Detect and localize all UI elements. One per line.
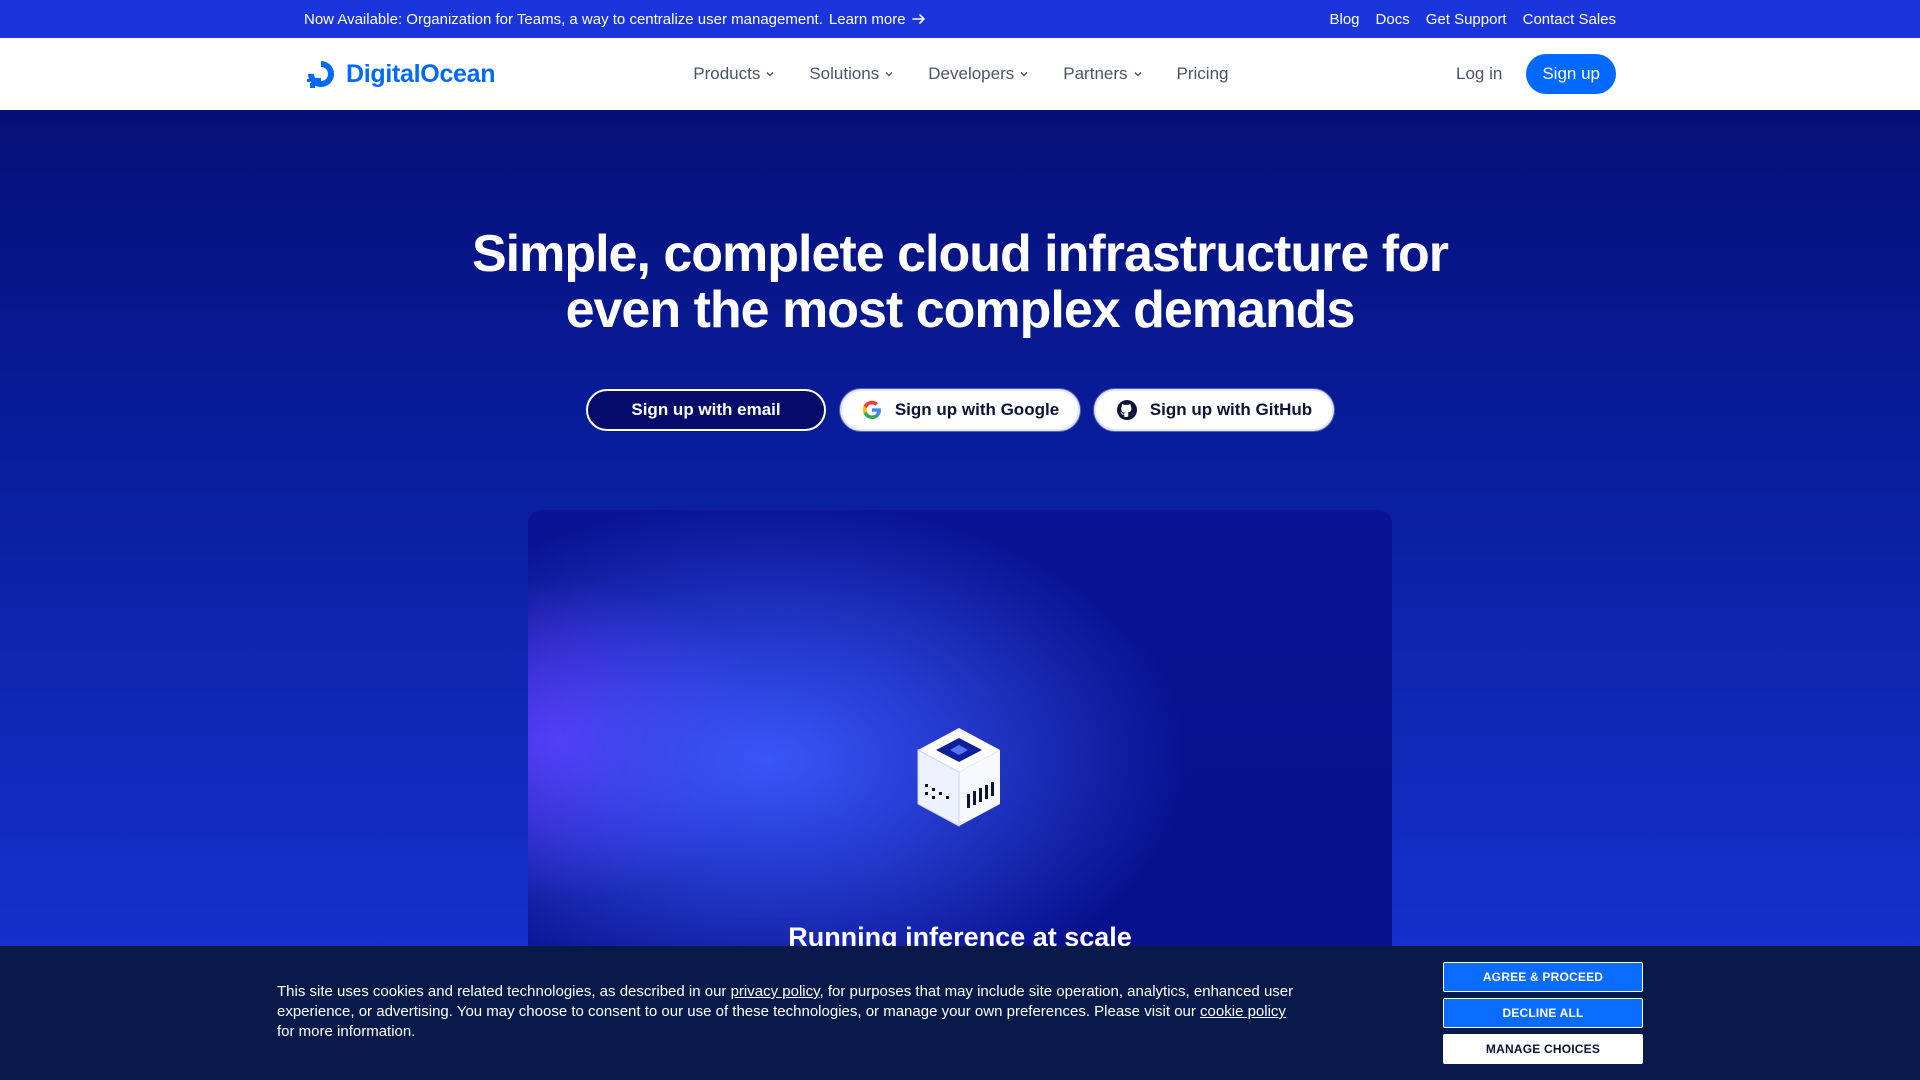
contact-sales-link[interactable]: Contact Sales [1523, 11, 1616, 28]
menu-pricing[interactable]: Pricing [1177, 64, 1229, 84]
blog-link[interactable]: Blog [1330, 11, 1360, 28]
signup-email-label: Sign up with email [631, 400, 781, 419]
chevron-down-icon [1134, 72, 1142, 77]
menu-solutions[interactable]: Solutions [809, 64, 894, 84]
hero-title-line-1: Simple, complete cloud infrastructure fo… [471, 225, 1449, 283]
menu-partners[interactable]: Partners [1063, 64, 1142, 84]
digitalocean-logo-icon [307, 61, 334, 88]
primary-menu: Products Solutions Developers Partners P… [693, 64, 1228, 84]
learn-more-link[interactable]: Learn more [829, 11, 906, 28]
signup-google-button[interactable]: Sign up with Google [840, 389, 1080, 431]
announcement-bar: Now Available: Organization for Teams, a… [0, 0, 1920, 38]
menu-products-label: Products [693, 64, 761, 83]
signup-button[interactable]: Sign up [1526, 54, 1616, 94]
github-icon [1116, 400, 1137, 420]
chevron-down-icon [1020, 72, 1028, 77]
docs-link[interactable]: Docs [1376, 11, 1410, 28]
chevron-down-icon [885, 72, 893, 77]
get-support-link[interactable]: Get Support [1426, 11, 1507, 28]
utility-links: Blog Docs Get Support Contact Sales [1330, 11, 1617, 28]
brand-name: DigitalOcean [346, 59, 496, 88]
announcement-text: Now Available: Organization for Teams, a… [304, 10, 823, 28]
menu-products[interactable]: Products [693, 64, 775, 84]
manage-choices-button[interactable]: MANAGE CHOICES [1443, 1034, 1643, 1064]
main-nav: DigitalOcean Products Solutions Develope… [0, 38, 1920, 110]
cookie-policy-link[interactable]: cookie policy [1200, 1003, 1286, 1020]
signup-google-label: Sign up with Google [894, 400, 1060, 419]
announcement: Now Available: Organization for Teams, a… [304, 11, 926, 28]
menu-pricing-label: Pricing [1176, 64, 1229, 83]
cookie-actions: AGREE & PROCEED DECLINE ALL MANAGE CHOIC… [1443, 962, 1643, 1064]
privacy-policy-link[interactable]: privacy policy [731, 983, 820, 1000]
cookie-notice-text: This site uses cookies and related techn… [277, 982, 1307, 1042]
signup-options: Sign up with email Sign up with Google S… [0, 389, 1920, 431]
google-icon [862, 400, 881, 419]
menu-partners-label: Partners [1063, 64, 1128, 83]
logo[interactable]: DigitalOcean [304, 57, 496, 91]
decline-all-button[interactable]: DECLINE ALL [1443, 998, 1643, 1028]
login-link[interactable]: Log in [1456, 64, 1502, 84]
menu-developers-label: Developers [928, 64, 1015, 83]
server-cube-icon [917, 728, 1000, 827]
hero-title: Simple, complete cloud infrastructure fo… [0, 226, 1920, 338]
cookie-text-part-3: for more information. [277, 1023, 416, 1040]
signup-github-button[interactable]: Sign up with GitHub [1094, 389, 1334, 431]
nav-actions: Log in Sign up [1456, 54, 1616, 94]
arrow-right-icon[interactable] [911, 12, 926, 26]
signup-github-label: Sign up with GitHub [1149, 400, 1313, 419]
agree-proceed-button[interactable]: AGREE & PROCEED [1443, 962, 1643, 992]
menu-solutions-label: Solutions [809, 64, 880, 83]
hero-title-line-2: even the most complex demands [565, 281, 1356, 339]
cookie-banner: This site uses cookies and related techn… [0, 946, 1920, 1080]
cookie-text-part-1: This site uses cookies and related techn… [277, 983, 731, 1000]
menu-developers[interactable]: Developers [928, 64, 1029, 84]
chevron-down-icon [766, 72, 774, 77]
signup-email-button[interactable]: Sign up with email [586, 389, 826, 431]
